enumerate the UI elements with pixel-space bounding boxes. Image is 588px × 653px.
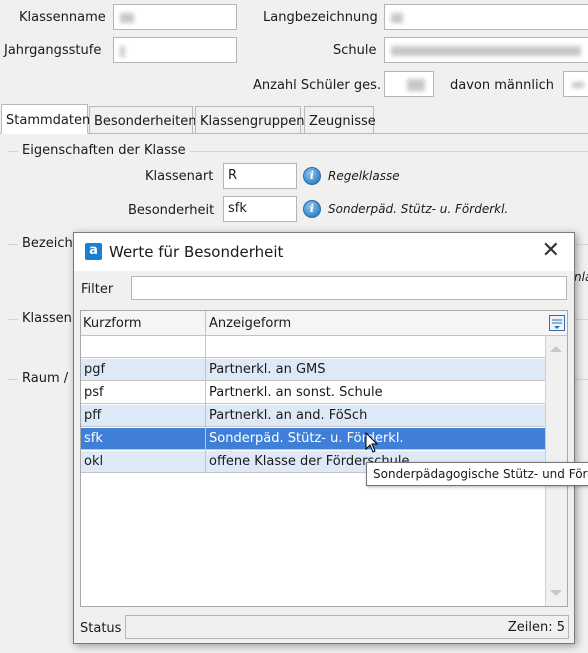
klassenart-input[interactable]: R [223,163,297,189]
info-icon[interactable]: i [303,167,321,185]
werte-table: Kurzform Anzeigeform pgf Partnerkl. an G… [80,310,568,607]
table-row[interactable]: pgf Partnerkl. an GMS [81,359,546,381]
cell-kurzform: pgf [84,362,106,377]
cell-kurzform: okl [84,454,104,469]
info-icon[interactable]: i [303,200,321,218]
status-label: Status [80,621,122,636]
right-edge-text: nla [574,270,588,284]
klassenart-hint: Regelklasse [328,169,400,183]
row-count: Zeilen: 5 [507,620,565,635]
mouse-cursor-icon [365,432,379,453]
column-header-anzeigeform[interactable]: Anzeigeform [209,316,291,331]
klassenname-input[interactable] [113,4,237,30]
langbezeichnung-input[interactable] [384,4,588,30]
table-row-selected[interactable]: sfk Sonderpäd. Stütz- u. Förderkl. [81,428,546,450]
tab-besonderheiten[interactable]: Besonderheiten [89,106,196,134]
tooltip: Sonderpädagogische Stütz- und Förderklas… [366,462,588,486]
tab-stammdaten[interactable]: Stammdaten [1,104,90,134]
anzahl-schueler-input[interactable] [384,71,434,97]
klassenart-label: Klassenart [145,169,214,184]
column-header-kurzform[interactable]: Kurzform [83,316,142,331]
scroll-down-icon[interactable] [546,586,566,600]
table-row[interactable]: psf Partnerkl. an sonst. Schule [81,382,546,404]
tab-klassengruppen[interactable]: Klassengruppen [195,106,304,134]
besonderheit-label: Besonderheit [128,203,215,218]
jahrgangsstufe-label: Jahrgangsstufe [4,43,102,58]
filter-label: Filter [81,282,114,297]
jahrgangsstufe-input[interactable] [113,37,237,63]
cell-anzeigeform: Partnerkl. an sonst. Schule [209,385,383,400]
column-divider [205,311,206,473]
status-bar: Zeilen: 5 [125,615,569,639]
schule-input[interactable] [384,37,588,63]
cell-kurzform: sfk [84,431,103,446]
app-logo-icon: a [85,243,102,260]
table-header: Kurzform Anzeigeform [81,311,546,336]
cell-kurzform: psf [84,385,104,400]
anzahl-schueler-label: Anzahl Schüler ges. [253,78,382,93]
table-row[interactable]: pff Partnerkl. an and. FöSch [81,405,546,427]
besonderheit-input[interactable]: sfk [223,196,297,222]
column-chooser-icon [549,315,565,331]
cell-anzeigeform: Partnerkl. an GMS [209,362,326,377]
dialog-titlebar[interactable]: a Werte für Besonderheit ✕ [74,233,574,271]
dialog-title: Werte für Besonderheit [109,243,284,261]
davon-maennlich-input[interactable] [563,71,588,97]
tab-zeugnisse[interactable]: Zeugnisse [304,106,376,134]
davon-maennlich-label: davon männlich [450,78,554,93]
scroll-up-icon[interactable] [546,342,566,356]
column-chooser[interactable] [546,311,567,336]
cell-anzeigeform: Partnerkl. an and. FöSch [209,408,368,423]
close-icon[interactable]: ✕ [542,239,560,263]
klassenname-label: Klassenname [19,10,106,25]
cell-kurzform: pff [84,408,102,423]
filter-input[interactable] [131,276,567,300]
langbezeichnung-label: Langbezeichnung [263,10,378,25]
besonderheit-hint: Sonderpäd. Stütz- u. Förderkl. [328,202,509,216]
table-filter-row[interactable] [81,336,546,358]
werte-dialog: a Werte für Besonderheit ✕ Filter Kurzfo… [73,232,575,644]
group-eigenschaften-title: Eigenschaften der Klasse [18,143,190,158]
schule-label: Schule [333,43,377,58]
